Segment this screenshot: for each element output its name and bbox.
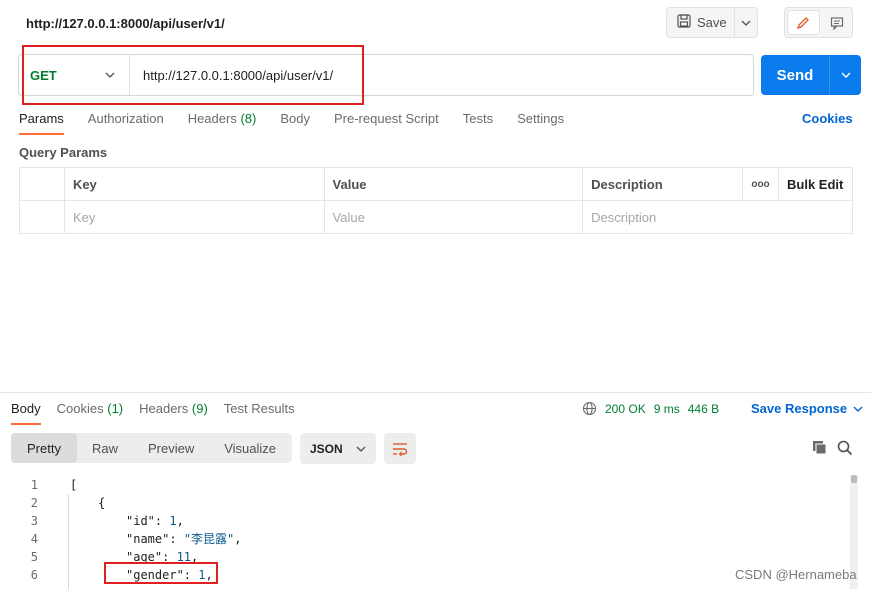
format-raw[interactable]: Raw: [77, 433, 133, 463]
format-preview[interactable]: Preview: [133, 433, 209, 463]
tab-tests[interactable]: Tests: [463, 111, 493, 126]
tab-body[interactable]: Body: [280, 111, 310, 126]
chevron-down-icon: [841, 72, 850, 78]
format-visualize[interactable]: Visualize: [209, 433, 291, 463]
indent-guide: [68, 494, 69, 589]
watermark: CSDN @Hernameba: [735, 567, 857, 582]
headers-count: (8): [240, 111, 257, 126]
format-tabs: Pretty Raw Preview Visualize: [11, 433, 292, 463]
comment-icon: [830, 16, 843, 30]
language-select[interactable]: JSON: [300, 433, 376, 464]
col-value: Value: [323, 167, 584, 201]
code-line: 2 {: [0, 494, 860, 512]
tab-response-cookies-label: Cookies: [56, 401, 104, 416]
col-description: Description: [582, 167, 744, 201]
chevron-down-icon: [741, 20, 751, 26]
response-headers-count: (9): [191, 401, 208, 416]
chevron-down-icon: [853, 406, 863, 412]
line-number: 2: [30, 496, 38, 510]
code-text: "name": "李昆露",: [126, 532, 242, 546]
pencil-icon: [797, 16, 810, 29]
request-title: http://127.0.0.1:8000/api/user/v1/: [26, 16, 225, 31]
edit-mode-button[interactable]: [787, 10, 820, 35]
tab-response-headers[interactable]: Headers (9): [139, 401, 208, 416]
send-options-button[interactable]: [830, 55, 861, 95]
row-checkbox[interactable]: [19, 200, 65, 234]
save-response-label: Save Response: [751, 401, 848, 416]
line-number: 1: [30, 478, 38, 492]
line-number: 6: [30, 568, 38, 582]
tab-prerequest-script[interactable]: Pre-request Script: [334, 111, 439, 126]
save-response-button[interactable]: Save Response: [751, 401, 863, 416]
save-icon: [677, 14, 691, 31]
copy-icon[interactable]: [812, 440, 828, 459]
tab-response-cookies[interactable]: Cookies (1): [57, 401, 123, 416]
response-time[interactable]: 9 ms: [654, 402, 680, 416]
query-params-table: Key Value Description ooo Bulk Edit Key …: [19, 167, 853, 234]
tab-test-results[interactable]: Test Results: [224, 401, 295, 416]
line-number: 5: [30, 550, 38, 564]
send-button[interactable]: Send: [761, 55, 861, 95]
line-number: 4: [30, 532, 38, 546]
tab-params[interactable]: Params: [19, 111, 64, 135]
bulk-edit-button[interactable]: Bulk Edit: [778, 167, 853, 201]
query-params-title: Query Params: [19, 145, 108, 160]
code-line: 4 "name": "李昆露",: [0, 530, 860, 548]
tab-response-headers-label: Headers: [139, 401, 189, 416]
cookies-link[interactable]: Cookies: [802, 111, 853, 126]
tab-headers-label: Headers: [187, 111, 237, 126]
tab-response-body[interactable]: Body: [11, 401, 41, 425]
wrap-icon: [393, 442, 408, 456]
highlight-box: [104, 562, 218, 584]
request-tabs: Params Authorization Headers (8) Body Pr…: [19, 111, 564, 135]
tab-authorization[interactable]: Authorization: [88, 111, 164, 126]
view-mode-toggle[interactable]: [784, 7, 853, 38]
save-label: Save: [697, 15, 727, 30]
response-cookies-count: (1): [107, 401, 124, 416]
key-input[interactable]: Key: [63, 200, 325, 234]
code-text: [: [70, 478, 78, 492]
code-text: "id": 1,: [126, 514, 184, 528]
format-pretty[interactable]: Pretty: [11, 433, 77, 463]
description-input[interactable]: Description: [582, 200, 853, 234]
save-button[interactable]: Save: [666, 7, 758, 38]
send-label: Send: [761, 55, 830, 95]
pane-divider[interactable]: [0, 392, 871, 393]
code-line: 1 [: [0, 476, 860, 494]
more-options-button[interactable]: ooo: [742, 167, 779, 201]
response-tabs: Body Cookies (1) Headers (9) Test Result…: [11, 401, 295, 425]
status-badge[interactable]: 200 OK: [605, 402, 646, 416]
tab-headers[interactable]: Headers (8): [188, 111, 257, 126]
chevron-down-icon: [356, 446, 366, 452]
language-value: JSON: [310, 441, 343, 456]
value-input[interactable]: Value: [323, 200, 584, 234]
globe-icon: [582, 401, 597, 416]
code-line: 3 "id": 1,: [0, 512, 860, 530]
highlight-box: [22, 45, 364, 105]
tab-settings[interactable]: Settings: [517, 111, 564, 126]
checkbox-column: [19, 167, 65, 201]
col-key: Key: [63, 167, 325, 201]
save-options-button[interactable]: [735, 8, 757, 37]
response-size[interactable]: 446 B: [688, 402, 719, 416]
code-text: {: [98, 496, 106, 510]
response-stats: 200 OK 9 ms 446 B: [582, 401, 719, 416]
comments-button[interactable]: [822, 8, 853, 37]
scrollbar-thumb[interactable]: [851, 475, 857, 483]
line-number: 3: [30, 514, 38, 528]
search-icon[interactable]: [837, 440, 853, 459]
wrap-lines-button[interactable]: [384, 433, 416, 464]
